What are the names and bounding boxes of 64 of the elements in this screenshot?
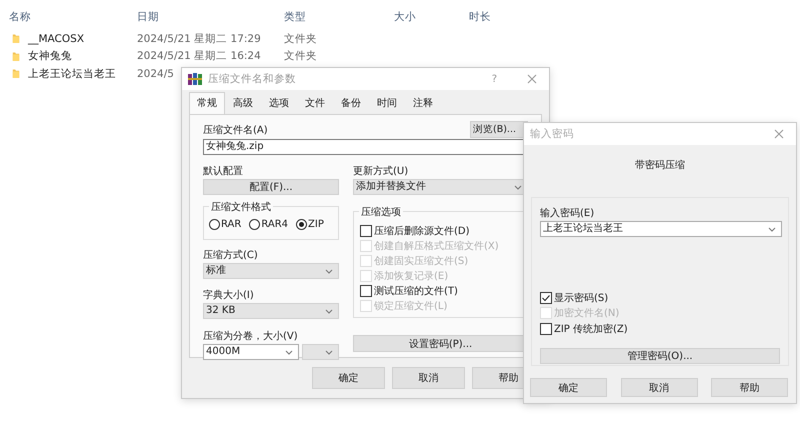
books-icon xyxy=(188,73,202,85)
tab[interactable]: 备份 xyxy=(333,93,369,114)
radio-option[interactable]: ZIP xyxy=(296,219,324,230)
date-cell: 2024/5 xyxy=(137,68,174,80)
radio-option[interactable]: RAR xyxy=(209,219,242,230)
window-title: 输入密码 xyxy=(530,127,575,141)
dialog-button[interactable]: 帮助 xyxy=(711,378,788,397)
date-cell: 2024/5/21 星期二 16:24 xyxy=(137,49,261,64)
group-label: 压缩文件格式 xyxy=(209,200,273,214)
chevron-down-icon xyxy=(514,185,522,190)
tab[interactable]: 时间 xyxy=(369,93,405,114)
tab[interactable]: 注释 xyxy=(405,93,441,114)
field-label: 压缩文件名(A) xyxy=(203,124,268,137)
dialog-button[interactable]: 确定 xyxy=(312,367,385,389)
column-header[interactable]: 日期 xyxy=(137,10,159,24)
field-label: 压缩为分卷，大小(V) xyxy=(203,330,299,343)
field-label: 字典大小(I) xyxy=(203,288,255,302)
field-label: 输入密码(E) xyxy=(540,206,596,220)
dialog-button[interactable]: 取消 xyxy=(620,378,698,397)
date-cell: 2024/5/21 星期二 17:29 xyxy=(137,32,261,46)
chevron-down-icon xyxy=(325,269,333,274)
file-name[interactable]: __MACOSX xyxy=(28,32,84,45)
close-icon[interactable] xyxy=(774,129,784,139)
method-dropdown[interactable]: 标准 xyxy=(203,263,339,279)
chevron-down-icon xyxy=(325,309,333,314)
folder-icon xyxy=(12,68,20,80)
chevron-down-icon xyxy=(325,350,333,355)
file-name[interactable]: 女神兔兔 xyxy=(28,49,72,64)
field-label: 更新方式(U) xyxy=(353,164,410,178)
dictionary-dropdown[interactable]: 32 KB xyxy=(203,303,339,319)
column-header[interactable]: 类型 xyxy=(284,10,306,24)
volume-size-field[interactable]: 4000M xyxy=(203,344,299,360)
window-title: 压缩文件名和参数 xyxy=(208,72,297,86)
tab[interactable]: 常规 xyxy=(189,92,225,114)
folder-icon xyxy=(12,33,20,44)
dialog-heading: 带密码压缩 xyxy=(634,158,686,173)
column-header[interactable]: 名称 xyxy=(9,10,31,24)
checkbox-option[interactable]: 压缩后删除源文件(D) xyxy=(360,223,527,238)
dialog-button[interactable]: 确定 xyxy=(530,378,607,397)
column-header[interactable]: 时长 xyxy=(469,10,491,24)
check-icon xyxy=(541,292,551,303)
tab[interactable]: 高级 xyxy=(225,93,261,114)
manage-passwords-button[interactable]: 管理密码(O)... xyxy=(540,348,780,364)
profile-button[interactable]: 配置(F)... xyxy=(203,179,339,195)
browse-button[interactable]: 浏览(B)... xyxy=(470,121,528,138)
chevron-down-icon xyxy=(768,227,776,232)
field-label: 默认配置 xyxy=(203,164,244,178)
type-cell: 文件夹 xyxy=(284,32,317,46)
checkbox-option[interactable]: 测试压缩的文件(T) xyxy=(360,283,527,298)
close-icon[interactable] xyxy=(527,74,537,84)
checkbox-option[interactable]: ZIP 传统加密(Z) xyxy=(540,321,780,336)
type-cell: 文件夹 xyxy=(284,49,317,64)
group-label: 压缩选项 xyxy=(359,205,403,219)
password-field[interactable]: 上老王论坛当老王 xyxy=(540,221,782,237)
tab[interactable]: 文件 xyxy=(297,93,333,114)
column-header[interactable]: 大小 xyxy=(394,10,416,24)
chevron-down-icon xyxy=(285,350,293,355)
folder-icon xyxy=(12,50,20,62)
radio-option[interactable]: RAR4 xyxy=(249,219,288,230)
file-name[interactable]: 上老王论坛当老王 xyxy=(28,66,116,81)
checkbox-option[interactable]: 显示密码(S) xyxy=(540,290,780,306)
field-label: 压缩方式(C) xyxy=(203,248,259,262)
dialog-button[interactable]: 取消 xyxy=(392,367,465,389)
tab[interactable]: 选项 xyxy=(261,93,297,114)
